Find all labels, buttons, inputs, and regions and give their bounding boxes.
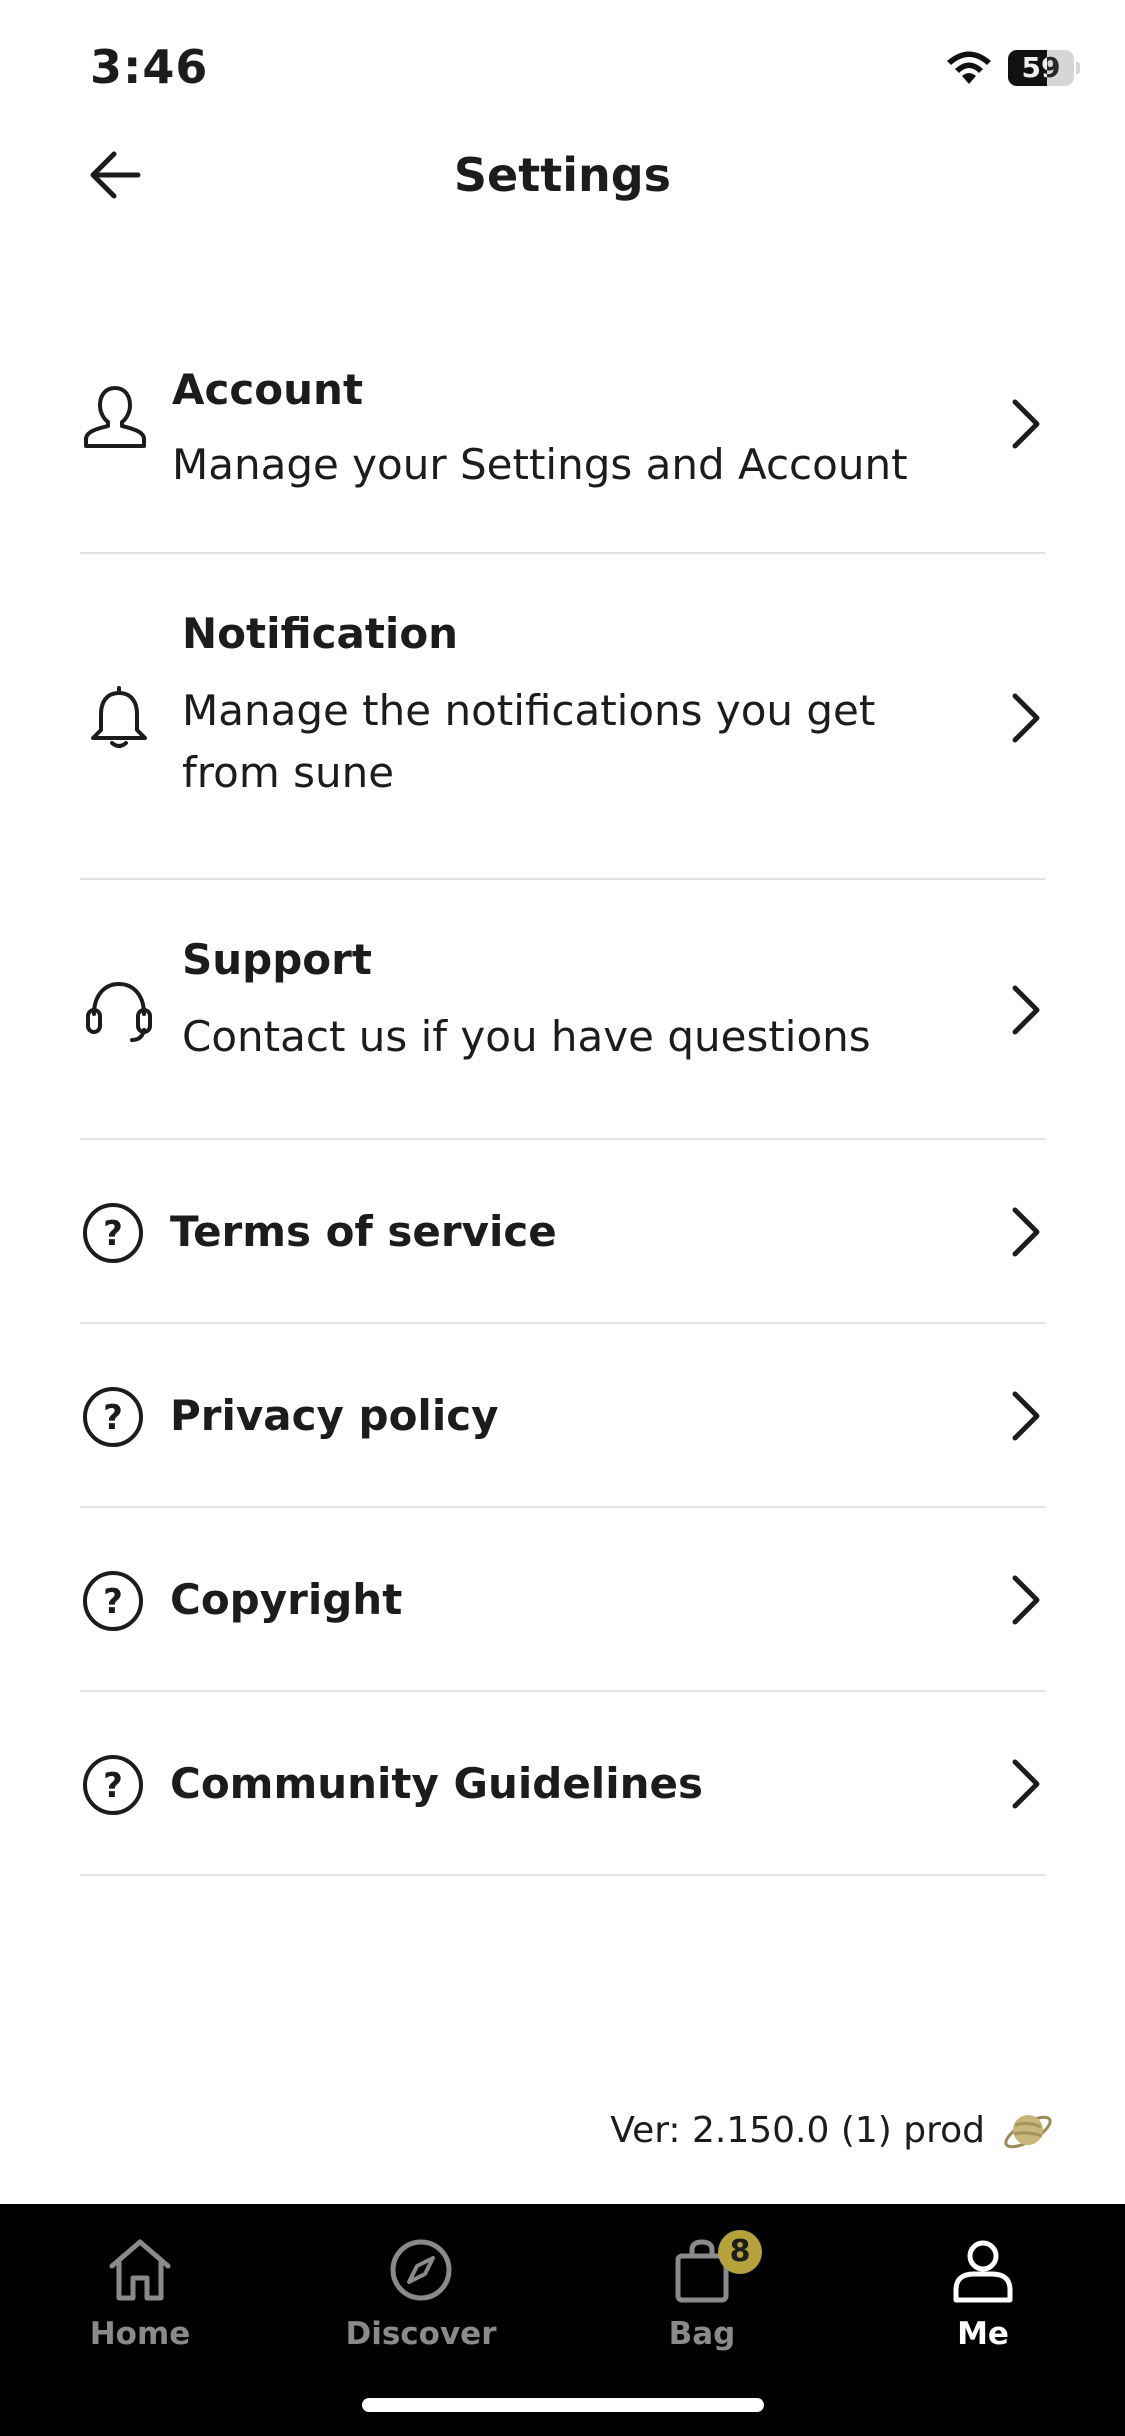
status-bar: 3:46 59 (0, 0, 1125, 130)
settings-item-copyright[interactable]: ? Copyright (80, 1508, 1045, 1692)
chevron-right-icon (1012, 1207, 1040, 1257)
status-time: 3:46 (90, 40, 209, 94)
settings-item-title: Privacy policy (170, 1391, 499, 1440)
chevron-right-icon (1012, 399, 1040, 449)
settings-item-title: Community Guidelines (170, 1759, 703, 1808)
chevron-right-icon (1012, 985, 1040, 1035)
settings-item-privacy[interactable]: ? Privacy policy (80, 1324, 1045, 1508)
version-info: Ver: 2.150.0 (1) prod (610, 2100, 1055, 2160)
settings-item-title: Account (172, 365, 364, 414)
tab-me[interactable]: Me (883, 2234, 1083, 2384)
settings-item-account[interactable]: Account Manage your Settings and Account (80, 320, 1045, 554)
settings-item-title: Support (182, 935, 372, 984)
battery-level: 59 (1021, 51, 1061, 84)
battery-indicator: 59 (1008, 50, 1080, 86)
help-circle-icon: ? (83, 1203, 143, 1263)
planet-icon (1004, 2115, 1052, 2149)
svg-text:?: ? (103, 1766, 123, 1806)
help-circle-icon: ? (83, 1571, 143, 1631)
chevron-right-icon (1012, 693, 1040, 743)
settings-item-title: Notification (182, 609, 459, 658)
bag-count-badge: 8 (718, 2230, 762, 2274)
home-icon (109, 2239, 171, 2301)
tab-label: Home (89, 2316, 191, 2352)
help-circle-icon: ? (83, 1387, 143, 1447)
user-icon (84, 386, 146, 448)
settings-item-terms[interactable]: ? Terms of service (80, 1140, 1045, 1324)
page-title: Settings (453, 148, 672, 202)
settings-item-title: Copyright (170, 1575, 403, 1624)
settings-item-title: Terms of service (170, 1207, 557, 1256)
settings-item-support[interactable]: Support Contact us if you have questions (80, 880, 1045, 1140)
wifi-icon (947, 51, 991, 84)
svg-text:?: ? (103, 1582, 123, 1622)
settings-list: Account Manage your Settings and Account… (80, 320, 1045, 1876)
settings-item-notification[interactable]: Notification Manage the notifications yo… (80, 554, 1045, 880)
person-icon (953, 2240, 1013, 2303)
settings-item-subtitle: Manage your Settings and Account (172, 440, 908, 489)
tab-bag[interactable]: 8 Bag (602, 2230, 802, 2384)
chevron-right-icon (1012, 1575, 1040, 1625)
header: Settings (0, 130, 1125, 250)
home-indicator (362, 2398, 764, 2412)
svg-text:?: ? (103, 1398, 123, 1438)
help-circle-icon: ? (83, 1755, 143, 1815)
tab-home[interactable]: Home (40, 2234, 240, 2384)
tab-label: Me (957, 2316, 1009, 2352)
version-text: Ver: 2.150.0 (1) prod (610, 2109, 985, 2151)
settings-item-community-guidelines[interactable]: ? Community Guidelines (80, 1692, 1045, 1876)
headphones-icon (86, 981, 152, 1042)
svg-text:?: ? (103, 1214, 123, 1254)
tab-discover[interactable]: Discover (321, 2234, 521, 2384)
compass-icon (390, 2239, 452, 2301)
chevron-right-icon (1012, 1759, 1040, 1809)
tab-label: Discover (345, 2316, 497, 2352)
bell-icon (91, 686, 147, 748)
chevron-right-icon (1012, 1391, 1040, 1441)
settings-item-subtitle: Contact us if you have questions (182, 1012, 871, 1061)
tab-label: Bag (668, 2316, 736, 2352)
settings-item-subtitle: Manage the notifications you get from su… (182, 686, 876, 797)
